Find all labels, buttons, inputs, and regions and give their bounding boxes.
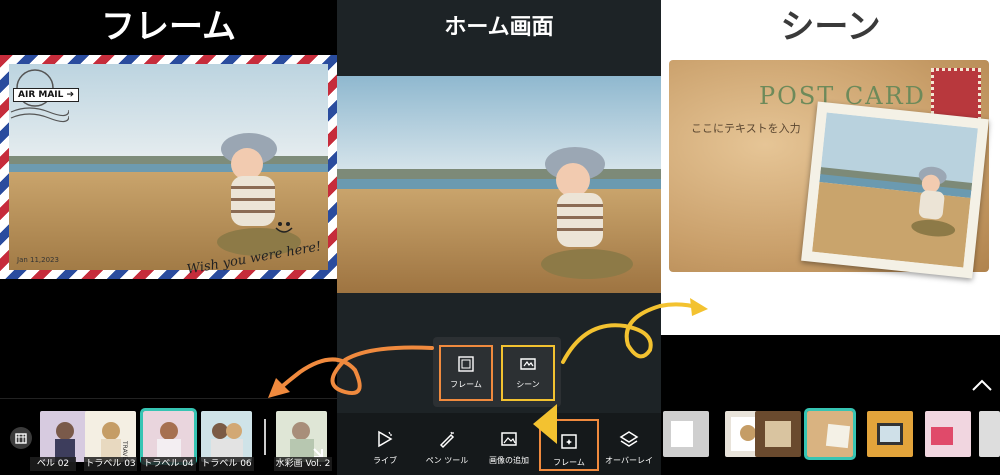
- store-button[interactable]: [10, 427, 32, 449]
- home-screen-panel: ホーム画面 フレーム シーン ライブ ペン ツール 画像の追加 フレーム オーバ…: [337, 0, 661, 475]
- frame-thumb-label: 水彩画 Vol. 2: [274, 457, 332, 471]
- scene-option-label: シーン: [516, 380, 540, 389]
- layers-icon: [619, 431, 639, 447]
- add-image-icon: [501, 432, 517, 446]
- frame-sparkle-icon: [561, 434, 577, 449]
- frame-thumbnail-strip: ベル 02 TRAVEL トラベル 03 トラベル 04 トラベル 06 水彩画…: [0, 398, 337, 475]
- frame-thumb-selected[interactable]: [140, 408, 197, 465]
- store-icon: [15, 433, 27, 444]
- frame-thumb-label: トラベル 06: [199, 457, 254, 471]
- scene-thumb[interactable]: [755, 411, 801, 457]
- main-photo: [337, 76, 661, 293]
- frame-thumb-label: トラベル 04: [141, 457, 196, 471]
- pen-icon: [439, 431, 455, 449]
- live-tool-label: ライブ: [373, 456, 397, 465]
- frame-scene-popup: フレーム シーン: [433, 337, 561, 407]
- bottom-toolbar: ライブ ペン ツール 画像の追加 フレーム オーバーレイ: [337, 413, 661, 475]
- frame-icon: [458, 356, 474, 372]
- home-title: ホーム画面: [444, 15, 554, 40]
- scene-thumb[interactable]: [663, 411, 709, 457]
- pen-tool-label: ペン ツール: [425, 456, 469, 465]
- frame-tool-button[interactable]: フレーム: [539, 419, 599, 471]
- chevron-up-icon[interactable]: [969, 376, 995, 396]
- pen-tool-button[interactable]: ペン ツール: [417, 419, 477, 471]
- scene-thumb[interactable]: [867, 411, 913, 457]
- postcard-scene-preview: POST CARD ここにテキストを入力: [669, 60, 989, 279]
- scene-thumb-selected[interactable]: [804, 408, 856, 460]
- frame-panel: フレーム AIR MAIL ➔ Jan 11,2023 Wish you wer…: [0, 0, 337, 475]
- frame-thumb-label: ベル 02: [30, 457, 76, 471]
- scene-icon: [520, 358, 536, 370]
- smile-doodle-icon: [275, 222, 293, 233]
- frame-thumb[interactable]: TRAVEL: [85, 411, 136, 462]
- scene-title: シーン: [780, 7, 881, 47]
- scene-thumb[interactable]: [925, 411, 971, 457]
- frame-option-label: フレーム: [450, 380, 482, 389]
- scene-thumb[interactable]: [979, 411, 1000, 457]
- frame-option-button[interactable]: フレーム: [439, 345, 493, 401]
- scene-option-button[interactable]: シーン: [501, 345, 555, 401]
- add-image-label: 画像の追加: [489, 456, 529, 465]
- frame-tool-label: フレーム: [553, 458, 585, 467]
- overlay-tool-button[interactable]: オーバーレイ: [599, 419, 659, 471]
- airmail-badge: AIR MAIL ➔: [13, 88, 80, 102]
- live-icon: [378, 430, 393, 448]
- frame-thumb[interactable]: [201, 411, 252, 462]
- airmail-frame-preview: AIR MAIL ➔ Jan 11,2023 Wish you were her…: [0, 55, 337, 279]
- live-tool-button[interactable]: ライブ: [355, 419, 415, 471]
- scene-beach-photo: [812, 112, 978, 268]
- frame-title: フレーム: [101, 7, 236, 47]
- overlay-tool-label: オーバーレイ: [605, 456, 653, 465]
- postcard-photo: [801, 101, 989, 279]
- add-image-button[interactable]: 画像の追加: [479, 419, 539, 471]
- date-text: Jan 11,2023: [17, 256, 59, 264]
- frame-thumb[interactable]: [276, 411, 327, 462]
- scene-panel: シーン POST CARD ここにテキストを入力: [661, 0, 1000, 475]
- category-divider: [264, 419, 266, 455]
- frame-thumb[interactable]: [40, 411, 91, 462]
- postcard-text: ここにテキストを入力: [691, 122, 801, 135]
- frame-thumb-label: トラベル 03: [84, 457, 137, 471]
